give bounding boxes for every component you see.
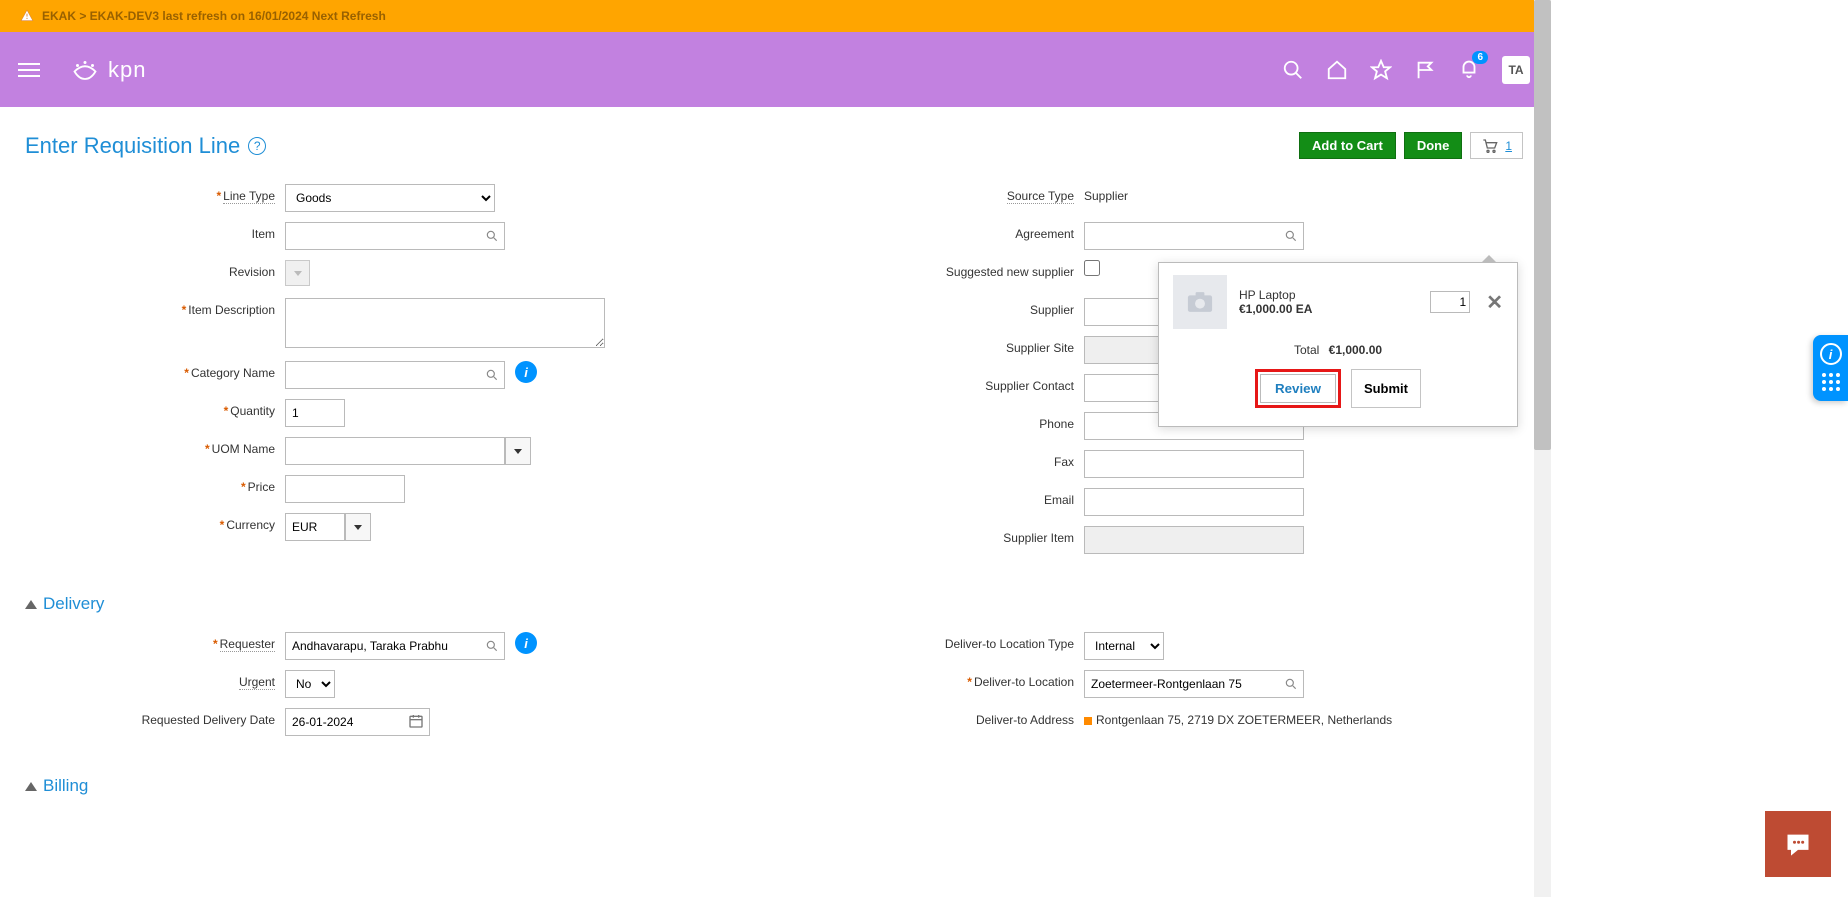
item-label: Item [252, 227, 275, 241]
home-icon[interactable] [1326, 59, 1348, 81]
page-scrollbar[interactable] [1534, 0, 1551, 897]
agreement-label: Agreement [1015, 227, 1074, 241]
side-help-tab[interactable]: i [1813, 335, 1848, 401]
currency-label: Currency [226, 518, 275, 532]
collapse-icon [25, 782, 37, 791]
brand-logo[interactable]: kpn [70, 55, 146, 85]
cart-icon [1481, 138, 1499, 154]
currency-trigger[interactable] [345, 513, 371, 541]
deliver-to-location-type-select[interactable]: Internal [1084, 632, 1164, 660]
supplier-site-label: Supplier Site [1006, 341, 1074, 355]
search-icon[interactable] [1284, 229, 1298, 243]
add-to-cart-button[interactable]: Add to Cart [1299, 132, 1396, 159]
warning-icon [20, 9, 34, 23]
phone-label: Phone [1039, 417, 1074, 431]
review-highlight: Review [1255, 369, 1341, 408]
section-billing-header[interactable]: Billing [25, 776, 1523, 796]
environment-banner-text: EKAK > EKAK-DEV3 last refresh on 16/01/2… [42, 9, 386, 23]
category-name-input[interactable] [285, 361, 505, 389]
page-title: Enter Requisition Line ? [25, 133, 266, 159]
email-label: Email [1044, 493, 1074, 507]
notifications-count: 6 [1472, 51, 1488, 64]
cart-total-value: €1,000.00 [1329, 343, 1382, 357]
supplier-item-label: Supplier Item [1003, 531, 1074, 545]
review-button[interactable]: Review [1260, 374, 1336, 403]
help-icon[interactable]: ? [248, 137, 266, 155]
uom-name-input[interactable] [285, 437, 505, 465]
uom-name-label: UOM Name [212, 442, 275, 456]
done-button[interactable]: Done [1404, 132, 1463, 159]
currency-input[interactable] [285, 513, 345, 541]
chat-icon [1782, 830, 1814, 858]
cart-item-thumbnail [1173, 275, 1227, 329]
quantity-label: Quantity [230, 404, 275, 418]
submit-button[interactable]: Submit [1351, 369, 1421, 408]
deliver-to-location-input[interactable] [1084, 670, 1304, 698]
quantity-input[interactable] [285, 399, 345, 427]
requester-label: Requester [220, 637, 275, 652]
price-input[interactable] [285, 475, 405, 503]
requester-input[interactable] [285, 632, 505, 660]
agreement-input[interactable] [1084, 222, 1304, 250]
supplier-contact-label: Supplier Contact [985, 379, 1074, 393]
urgent-select[interactable]: No [285, 670, 335, 698]
deliver-to-address-label: Deliver-to Address [976, 713, 1074, 727]
fax-label: Fax [1054, 455, 1074, 469]
revision-label: Revision [229, 265, 275, 279]
suggested-new-supplier-checkbox[interactable] [1084, 260, 1100, 276]
search-icon[interactable] [485, 368, 499, 382]
search-icon[interactable] [1282, 59, 1304, 81]
calendar-icon[interactable] [408, 713, 424, 729]
search-icon[interactable] [485, 639, 499, 653]
uom-name-trigger[interactable] [505, 437, 531, 465]
urgent-label: Urgent [239, 675, 275, 690]
deliver-to-location-label: Deliver-to Location [974, 675, 1074, 689]
line-type-label: Line Type [223, 189, 275, 204]
requester-info-icon[interactable]: i [515, 632, 537, 654]
section-delivery-header[interactable]: Delivery [25, 594, 1523, 614]
cart-button[interactable]: 1 [1470, 132, 1523, 159]
search-icon[interactable] [1284, 677, 1298, 691]
collapse-icon [25, 600, 37, 609]
cart-total-label: Total [1294, 343, 1319, 357]
suggested-new-supplier-label: Suggested new supplier [946, 265, 1074, 279]
item-description-label: Item Description [188, 303, 275, 317]
supplier-item-input[interactable] [1084, 526, 1304, 554]
category-name-label: Category Name [191, 366, 275, 380]
star-icon[interactable] [1370, 59, 1392, 81]
cart-popover: HP Laptop €1,000.00 EA ✕ Total €1,000.00… [1158, 262, 1518, 427]
revision-combo[interactable] [285, 260, 310, 286]
chat-button[interactable] [1765, 811, 1831, 877]
notifications-button[interactable]: 6 [1458, 57, 1480, 82]
cart-count: 1 [1505, 139, 1512, 153]
nav-menu-button[interactable] [18, 63, 40, 77]
camera-icon [1186, 291, 1214, 313]
cart-item-name: HP Laptop [1239, 288, 1418, 302]
item-input[interactable] [285, 222, 505, 250]
fax-input[interactable] [1084, 450, 1304, 478]
price-label: Price [248, 480, 275, 494]
item-description-input[interactable] [285, 298, 605, 348]
email-input[interactable] [1084, 488, 1304, 516]
category-info-icon[interactable]: i [515, 361, 537, 383]
line-type-select[interactable]: Goods [285, 184, 495, 212]
deliver-to-address-value: Rontgenlaan 75, 2719 DX ZOETERMEER, Neth… [1084, 708, 1392, 727]
cart-item-price: €1,000.00 EA [1239, 302, 1418, 316]
source-type-label: Source Type [1007, 189, 1074, 204]
deliver-to-location-type-label: Deliver-to Location Type [945, 637, 1074, 651]
brand-text: kpn [108, 57, 146, 83]
global-header: kpn 6 TA [0, 32, 1548, 107]
info-icon: i [1820, 343, 1842, 365]
environment-banner: EKAK > EKAK-DEV3 last refresh on 16/01/2… [0, 0, 1548, 32]
cart-item-qty-input[interactable] [1430, 291, 1470, 313]
keypad-icon [1822, 373, 1840, 391]
source-type-value: Supplier [1084, 184, 1128, 203]
cart-item-remove-button[interactable]: ✕ [1486, 290, 1503, 315]
supplier-label: Supplier [1030, 303, 1074, 317]
search-icon[interactable] [485, 229, 499, 243]
user-avatar[interactable]: TA [1502, 56, 1530, 84]
flag-icon[interactable] [1414, 59, 1436, 81]
requested-delivery-date-label: Requested Delivery Date [142, 713, 275, 727]
kpn-crown-icon [70, 55, 100, 85]
